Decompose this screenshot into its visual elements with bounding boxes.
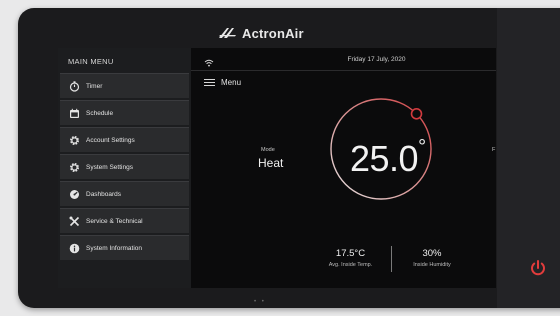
status-bar: Friday 17 July, 2020 (191, 48, 496, 71)
date-display: Friday 17 July, 2020 (347, 56, 406, 63)
inside-humidity-value: 30% (422, 248, 442, 259)
timer-icon (68, 80, 80, 92)
main-menu-panel: MAIN MENU Timer Schedule Account Setting… (58, 48, 191, 288)
inside-humidity-caption: Inside Humidity (413, 262, 451, 268)
touch-screen: MAIN MENU Timer Schedule Account Setting… (58, 48, 496, 288)
hamburger-icon (204, 78, 215, 87)
gear-icon (68, 161, 80, 173)
menu-item-label: Dashboards (86, 190, 122, 198)
stats-divider (391, 246, 392, 272)
tools-icon (68, 215, 80, 227)
info-icon (68, 242, 80, 254)
power-icon (531, 260, 545, 276)
power-button[interactable] (527, 257, 549, 279)
menu-item-label: System Settings (86, 163, 133, 171)
setpoint-value: 25.0 (350, 138, 419, 179)
degree-symbol: ° (418, 136, 426, 158)
setpoint-temperature: 25.0° (350, 136, 426, 180)
page-indicator: • • (254, 299, 266, 305)
menu-title: MAIN MENU (68, 57, 114, 66)
menu-item-label: Timer (86, 82, 103, 90)
avg-inside-temp: 17.5°C Avg. Inside Temp. (313, 248, 388, 268)
brand-mark-icon (219, 28, 236, 38)
calendar-icon (68, 107, 80, 119)
menu-item-schedule[interactable]: Schedule (60, 100, 189, 125)
menu-item-timer[interactable]: Timer (60, 73, 189, 98)
dial-handle[interactable] (410, 107, 423, 120)
menu-item-label: Account Settings (86, 136, 135, 144)
menu-item-dashboards[interactable]: Dashboards (60, 181, 189, 206)
menu-item-label: Schedule (86, 109, 114, 117)
brand-name: ActronAir (242, 25, 304, 41)
menu-item-account-settings[interactable]: Account Settings (60, 127, 189, 152)
avg-inside-temp-value: 17.5°C (335, 248, 366, 259)
mode-caption: Mode (261, 147, 275, 153)
avg-inside-temp-caption: Avg. Inside Temp. (328, 262, 373, 268)
inside-humidity: 30% Inside Humidity (397, 248, 467, 268)
menu-item-system-information[interactable]: System Information (60, 235, 189, 260)
menu-button-label: Menu (221, 78, 242, 87)
gauge-icon (68, 188, 80, 200)
menu-button[interactable]: Menu (204, 78, 241, 87)
menu-item-system-settings[interactable]: System Settings (60, 154, 189, 179)
menu-item-label: System Information (86, 244, 142, 252)
menu-item-service-technical[interactable]: Service & Technical (60, 208, 189, 233)
gear-icon (68, 134, 80, 146)
cut-off-caption: F (492, 147, 496, 153)
mode-value[interactable]: Heat (258, 156, 283, 170)
menu-item-label: Service & Technical (86, 217, 143, 225)
brand-logo: ActronAir (218, 24, 304, 42)
